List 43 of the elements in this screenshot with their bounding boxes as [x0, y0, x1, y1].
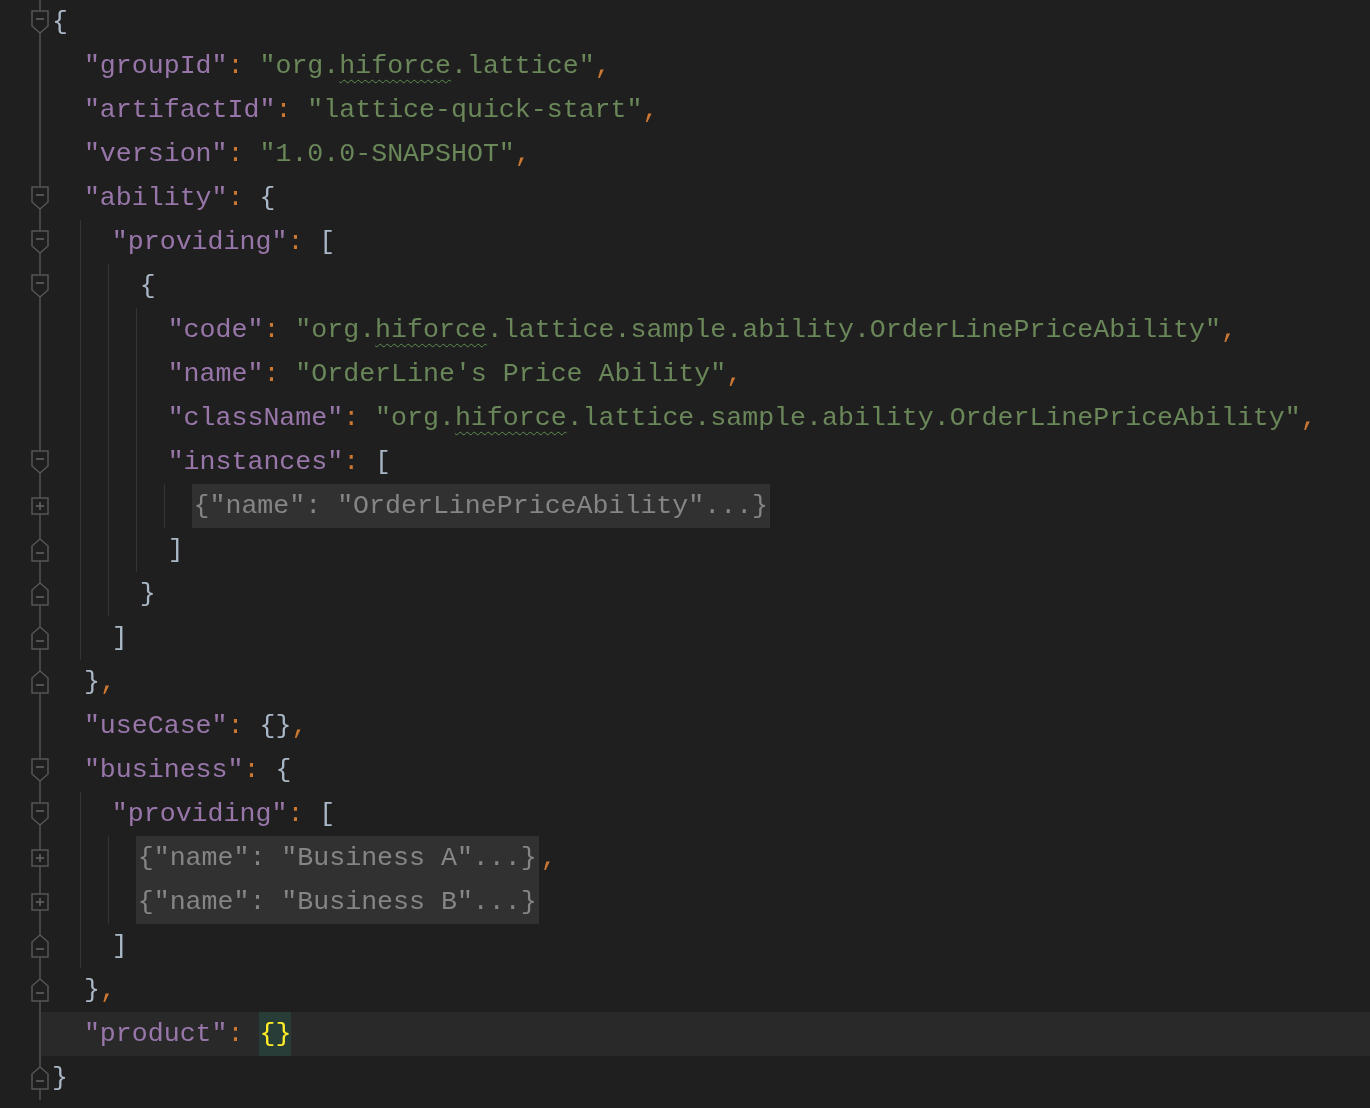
code-line: "className": "org.hiforce.lattice.sample.ability.OrderLinePriceAbility",	[167, 402, 1317, 435]
collapse-icon[interactable]	[31, 10, 49, 34]
code-line: }	[139, 578, 156, 611]
code-line: "useCase": {},	[83, 710, 308, 743]
collapse-icon[interactable]	[31, 978, 49, 1002]
expand-icon[interactable]	[31, 494, 49, 518]
code-line: "providing": [	[111, 798, 336, 831]
folded-code[interactable]: {"name": "OrderLinePriceAbility"...}	[191, 484, 771, 528]
code-line: }	[52, 1062, 68, 1095]
collapse-icon[interactable]	[31, 802, 49, 826]
code-line: "artifactId": "lattice-quick-start",	[83, 94, 659, 127]
code-line: },	[83, 974, 116, 1007]
collapse-icon[interactable]	[31, 274, 49, 298]
code-line: {	[52, 6, 68, 39]
code-line: },	[83, 666, 116, 699]
collapse-icon[interactable]	[31, 670, 49, 694]
code-line: "business": {	[83, 754, 292, 787]
collapse-icon[interactable]	[31, 230, 49, 254]
collapse-icon[interactable]	[31, 450, 49, 474]
code-line: "version": "1.0.0-SNAPSHOT",	[83, 138, 531, 171]
collapse-icon[interactable]	[31, 626, 49, 650]
code-line: "instances": [	[167, 446, 392, 479]
code-line: {	[139, 270, 156, 303]
code-line: "name": "OrderLine's Price Ability",	[167, 358, 743, 391]
collapse-icon[interactable]	[31, 758, 49, 782]
code-line: "groupId": "org.hiforce.lattice",	[83, 50, 611, 83]
code-text: ,	[540, 842, 557, 875]
collapse-icon[interactable]	[31, 582, 49, 606]
code-line: "code": "org.hiforce.lattice.sample.ability.OrderLinePriceAbility",	[167, 314, 1237, 347]
folded-code[interactable]: {"name": "Business B"...}	[135, 880, 539, 924]
expand-icon[interactable]	[31, 846, 49, 870]
collapse-icon[interactable]	[31, 186, 49, 210]
folded-code[interactable]: {"name": "Business A"...}	[135, 836, 539, 880]
collapse-icon[interactable]	[31, 1066, 49, 1090]
expand-icon[interactable]	[31, 890, 49, 914]
collapse-icon[interactable]	[31, 934, 49, 958]
code-line: "product": {}	[83, 1012, 292, 1056]
code-line: "providing": [	[111, 226, 336, 259]
code-line: ]	[111, 930, 128, 963]
code-line: ]	[167, 534, 184, 567]
collapse-icon[interactable]	[31, 538, 49, 562]
code-line: "ability": {	[83, 182, 276, 215]
code-line: ]	[111, 622, 128, 655]
